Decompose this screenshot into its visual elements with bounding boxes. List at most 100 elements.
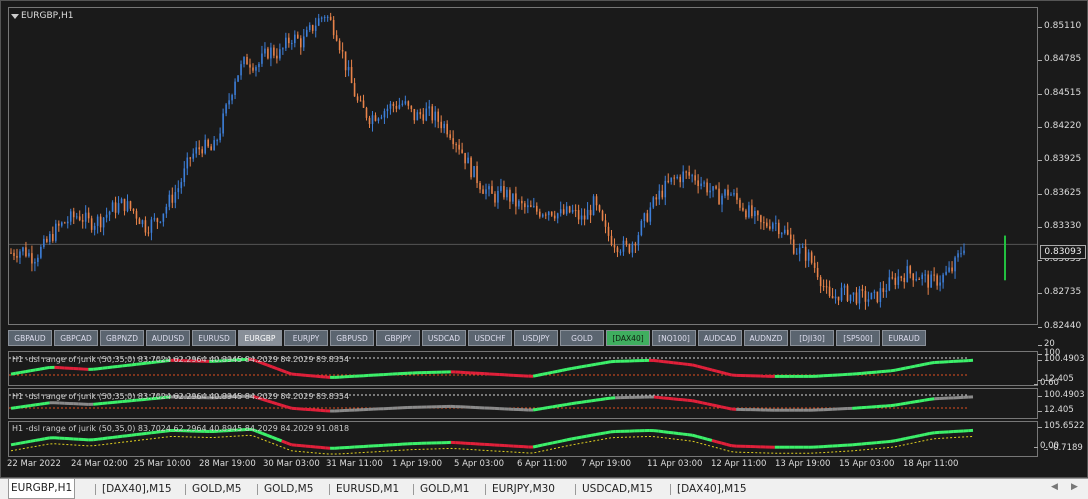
- indicator-segment: [726, 374, 731, 375]
- candle-body: [593, 196, 595, 215]
- chart-tab[interactable]: GOLD,M5: [190, 481, 243, 497]
- symbol-button-gbpusd[interactable]: GBPUSD: [330, 330, 374, 346]
- indicator-segment: [925, 363, 930, 364]
- indicator-segment: [538, 374, 543, 375]
- tab-scroll-right-icon[interactable]: ▶: [1071, 482, 1078, 492]
- chart-tab[interactable]: [DAX40],M15: [675, 481, 749, 497]
- chart-tab[interactable]: EURGBP,H1: [8, 479, 75, 499]
- symbol-button-sp500[interactable]: [SP500]: [836, 330, 880, 346]
- indicator-segment: [596, 434, 601, 435]
- symbol-button-dax40[interactable]: [DAX40]: [606, 330, 650, 346]
- symbol-button-eurgbp[interactable]: EURGBP: [238, 330, 282, 346]
- indicator-segment: [920, 400, 925, 401]
- indicator-segment: [552, 406, 557, 407]
- candle-body: [458, 145, 460, 150]
- chart-tab[interactable]: USDCAD,M15: [580, 481, 655, 497]
- candle-body: [948, 268, 950, 272]
- symbol-button-nq100[interactable]: [NQ100]: [652, 330, 696, 346]
- indicator-segment: [717, 442, 722, 443]
- indicator-segment: [562, 404, 567, 405]
- price-pane[interactable]: [8, 7, 1038, 325]
- indicator-segment: [910, 402, 915, 403]
- indicator-segment: [287, 372, 292, 374]
- candle-body: [918, 279, 920, 280]
- candle-body: [886, 290, 888, 291]
- candle-body: [396, 106, 398, 109]
- price-tick: 0.84515: [1044, 88, 1081, 98]
- symbol-button-gbpnzd[interactable]: GBPNZD: [100, 330, 144, 346]
- indicator-segment: [707, 404, 712, 405]
- candle-body: [694, 175, 696, 180]
- candle-body: [28, 253, 30, 256]
- candle-body: [524, 203, 526, 207]
- candle-body: [587, 210, 589, 220]
- candle-body: [97, 217, 99, 226]
- candle-body: [419, 112, 421, 114]
- collapse-arrow-icon[interactable]: [11, 14, 19, 19]
- indicator-segment: [108, 367, 113, 368]
- candle-body: [327, 17, 329, 18]
- candle-body: [67, 222, 69, 224]
- candle-body: [829, 287, 831, 296]
- indicator-pane-2[interactable]: H1 -dsl range of jurik (50,35,0) 83.7024…: [8, 388, 1038, 419]
- chart-tab[interactable]: [DAX40],M15: [100, 481, 174, 497]
- candle-body: [790, 235, 792, 240]
- indicator-pane-3[interactable]: H1 -dsl range of jurik (50,35,0) 83.7024…: [8, 421, 1038, 457]
- indicator-segment: [35, 369, 40, 370]
- indicator-segment: [113, 437, 118, 438]
- candle-body: [309, 25, 311, 30]
- candle-body: [850, 295, 852, 301]
- indicator-segment: [572, 368, 577, 369]
- candle-body: [883, 288, 885, 292]
- symbol-button-euraud[interactable]: EURAUD: [882, 330, 926, 346]
- candle-body: [175, 192, 177, 203]
- symbol-button-eurusd[interactable]: EURUSD: [192, 330, 236, 346]
- chart-tab[interactable]: GOLD,M5: [262, 481, 315, 497]
- candle-body: [228, 100, 230, 104]
- candle-body: [754, 211, 756, 216]
- candle-body: [844, 286, 846, 288]
- indicator-segment: [282, 405, 287, 406]
- symbol-button-usdchf[interactable]: USDCHF: [468, 330, 512, 346]
- symbol-button-audnzd[interactable]: AUDNZD: [744, 330, 788, 346]
- symbol-button-usdjpy[interactable]: USDJPY: [514, 330, 558, 346]
- candle-body: [784, 230, 786, 233]
- symbol-button-usdcad[interactable]: USDCAD: [422, 330, 466, 346]
- candle-body: [856, 292, 858, 303]
- symbol-button-eurjpy[interactable]: EURJPY: [284, 330, 328, 346]
- candle-body: [682, 172, 684, 183]
- indicator-segment: [287, 407, 292, 408]
- indicator-segment: [40, 368, 45, 369]
- candle-body: [614, 245, 616, 247]
- candle-body: [575, 210, 577, 211]
- symbol-button-audusd[interactable]: AUDUSD: [146, 330, 190, 346]
- candle-body: [572, 210, 574, 212]
- tab-separator: [185, 484, 186, 495]
- candle-body: [273, 48, 275, 56]
- candle-body: [909, 266, 911, 273]
- candle-body: [718, 189, 720, 205]
- symbol-button-gbpaud[interactable]: GBPAUD: [8, 330, 52, 346]
- candle-body: [679, 177, 681, 182]
- tab-scroll-left-icon[interactable]: ◀: [1051, 482, 1058, 492]
- candle-body: [676, 177, 678, 178]
- chart-tab[interactable]: GOLD,M1: [418, 481, 471, 497]
- indicator-pane-1[interactable]: H1 -dsl range of jurik (50,35,0) 83.7024…: [8, 351, 1038, 386]
- symbol-button-gold[interactable]: GOLD: [560, 330, 604, 346]
- symbol-button-gbpcad[interactable]: GBPCAD: [54, 330, 98, 346]
- chart-tab[interactable]: EURUSD,M1: [334, 481, 401, 497]
- candle-body: [635, 244, 637, 246]
- candle-body: [900, 276, 902, 277]
- candle-body: [536, 206, 538, 212]
- candle-body: [560, 209, 562, 213]
- candle-body: [285, 38, 287, 49]
- chart-window[interactable]: EURGBP,H1 0.851100.847850.845150.842200.…: [0, 0, 1088, 478]
- symbol-button-audcad[interactable]: AUDCAD: [698, 330, 742, 346]
- symbol-button-dji30[interactable]: [DJI30]: [790, 330, 834, 346]
- candle-body: [434, 112, 436, 121]
- indicator-segment: [98, 439, 103, 440]
- candle-body: [892, 277, 894, 278]
- symbol-button-gbpjpy[interactable]: GBPJPY: [376, 330, 420, 346]
- chart-tab[interactable]: EURJPY,M30: [490, 481, 557, 497]
- indicator-segment: [21, 406, 26, 407]
